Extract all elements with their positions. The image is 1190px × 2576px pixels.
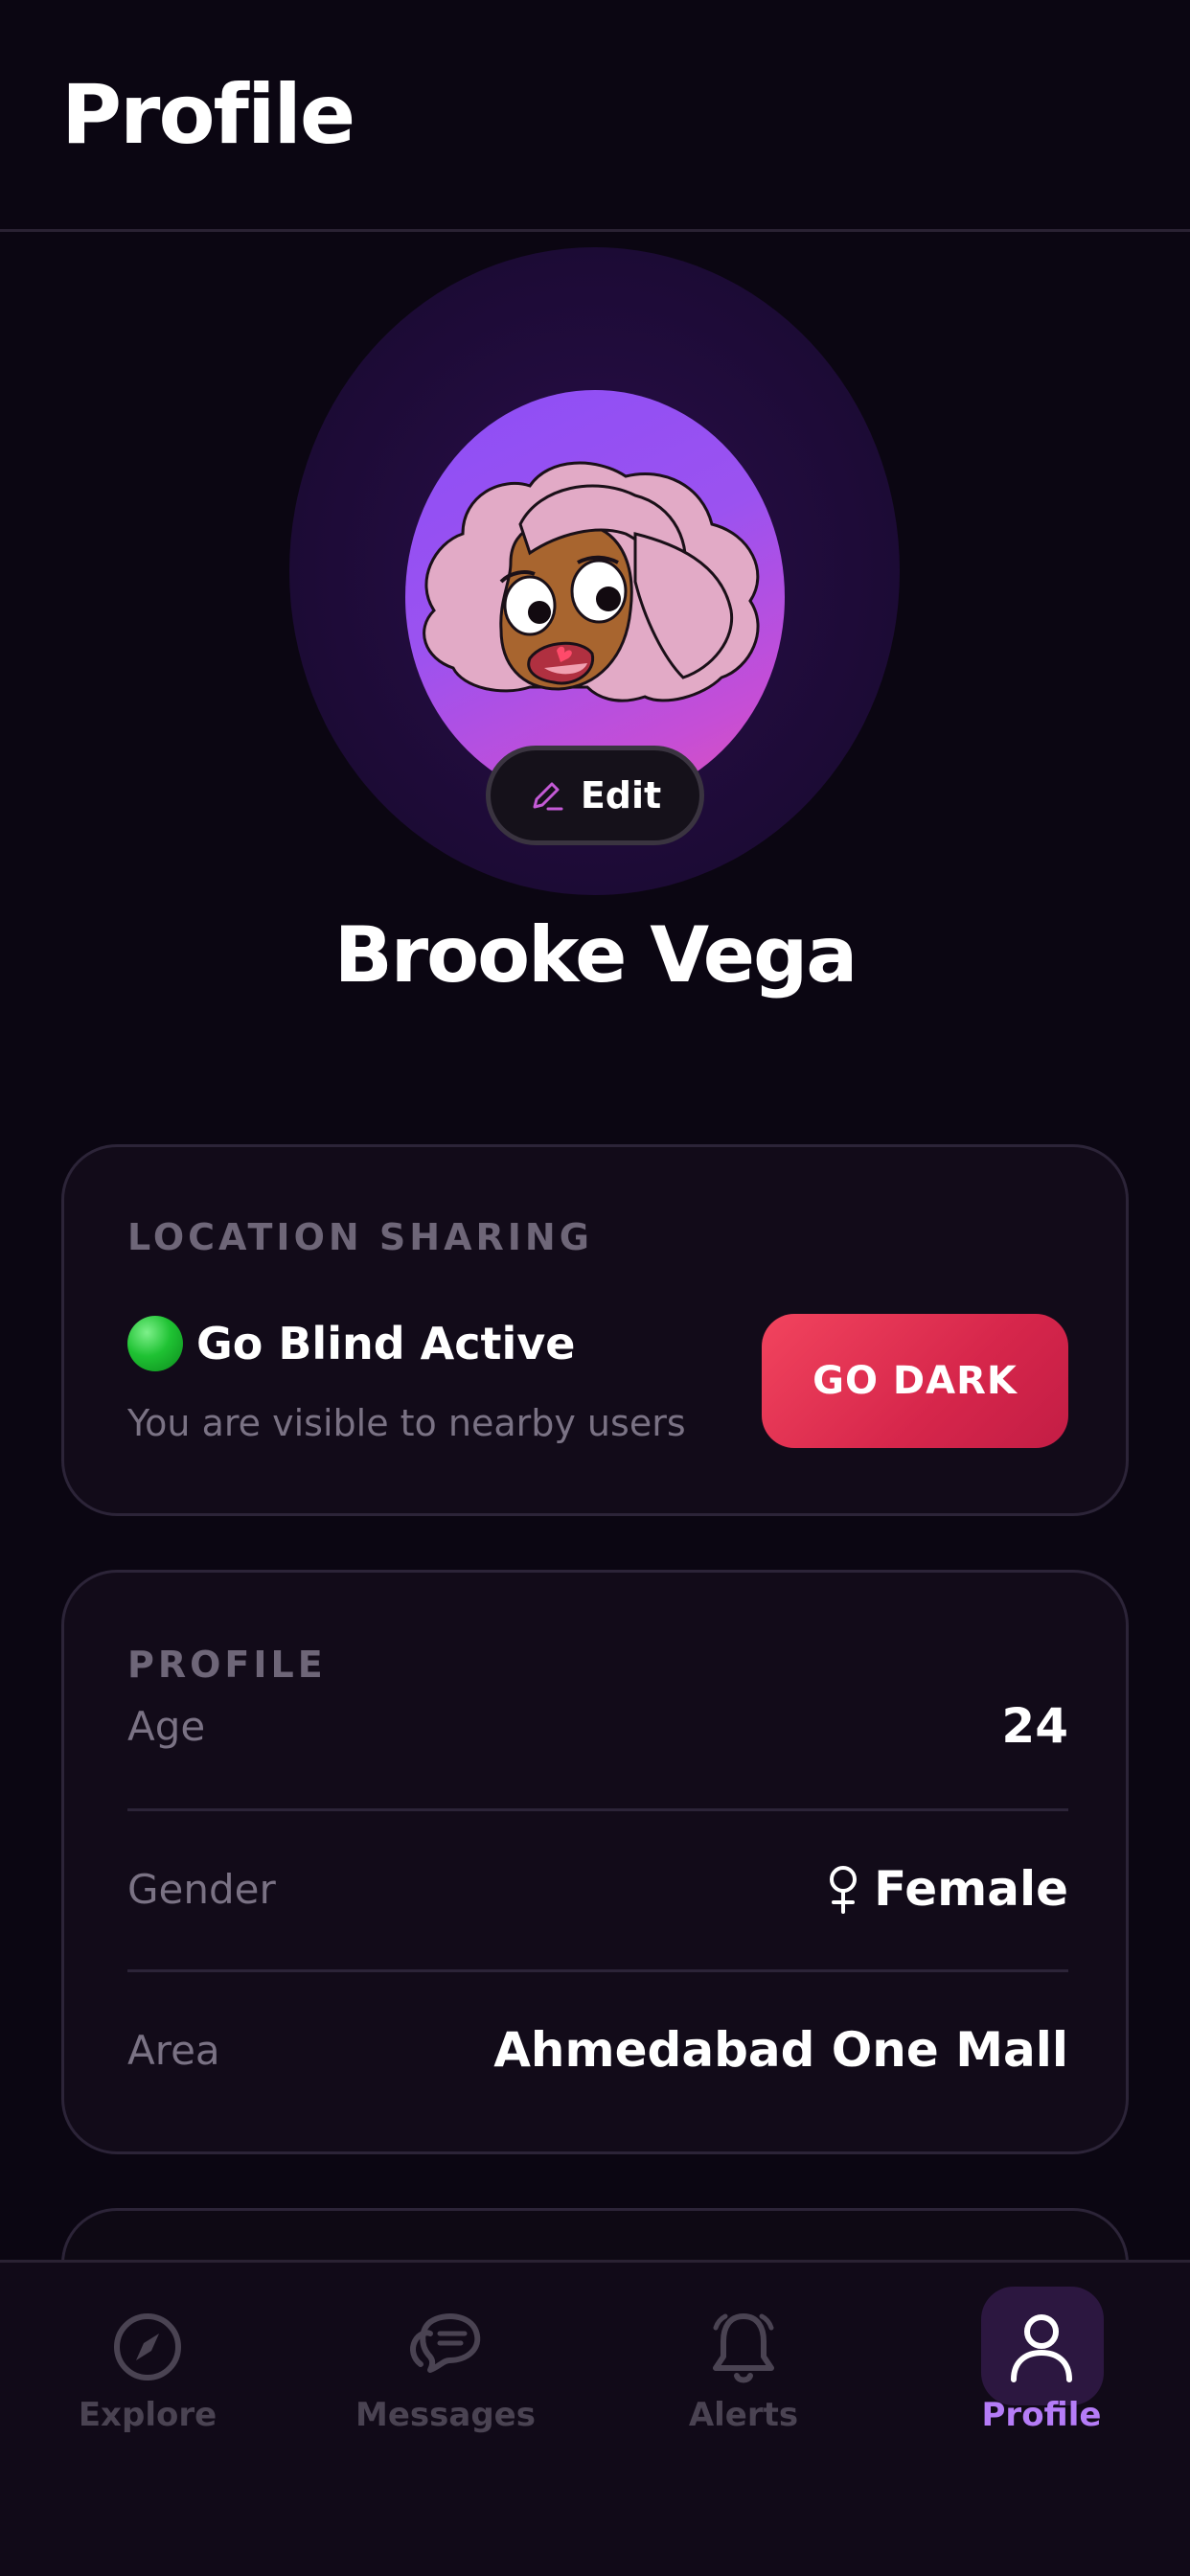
avatar[interactable]	[405, 390, 785, 804]
nav-item-messages[interactable]: Messages	[340, 2304, 551, 2476]
row-label: Age	[127, 1702, 206, 1750]
header: Profile	[0, 0, 1190, 232]
row-value: 24	[1001, 1698, 1068, 1754]
profile-row-gender: Gender Female	[127, 1851, 1068, 1927]
profile-screen: Profile Edit Brooke Vega LOCATION SHARIN…	[0, 0, 1190, 2576]
profile-row-age: Age 24	[127, 1690, 1068, 1762]
row-label: Gender	[127, 1865, 276, 1913]
profile-row-area: Area Ahmedabad One Mall	[127, 2012, 1068, 2088]
status-dot-icon	[127, 1316, 183, 1371]
compass-icon	[104, 2304, 191, 2390]
nav-label: Messages	[355, 2396, 536, 2434]
row-value: Ahmedabad One Mall	[493, 2022, 1068, 2078]
pencil-icon	[533, 782, 563, 811]
bell-icon	[700, 2304, 787, 2390]
profile-details-card: PROFILE Age 24 Gender Female Area Ahmeda…	[61, 1570, 1129, 2154]
location-sharing-card: LOCATION SHARING Go Blind Active You are…	[61, 1144, 1129, 1516]
divider	[127, 1808, 1068, 1811]
chat-bubbles-icon	[402, 2304, 489, 2390]
row-label: Area	[127, 2026, 220, 2074]
page-title: Profile	[61, 67, 355, 163]
section-label-location: LOCATION SHARING	[127, 1216, 593, 1258]
gender-value: Female	[874, 1861, 1068, 1917]
nav-item-profile[interactable]: Profile	[936, 2304, 1147, 2476]
go-dark-button[interactable]: GO DARK	[762, 1314, 1068, 1448]
section-label-profile: PROFILE	[127, 1644, 327, 1686]
location-status-subtitle: You are visible to nearby users	[127, 1402, 686, 1444]
nav-item-alerts[interactable]: Alerts	[638, 2304, 849, 2476]
nav-label: Explore	[78, 2396, 217, 2434]
edit-avatar-button[interactable]: Edit	[486, 746, 704, 845]
profile-name: Brooke Vega	[333, 910, 858, 1000]
row-value: Female	[826, 1861, 1068, 1917]
nav-item-explore[interactable]: Explore	[42, 2304, 253, 2476]
nav-label: Profile	[981, 2396, 1102, 2434]
cartoon-avatar-illustration	[423, 461, 760, 702]
location-status-title: Go Blind Active	[196, 1318, 576, 1369]
female-icon	[830, 1866, 858, 1914]
nav-label: Alerts	[688, 2396, 799, 2434]
divider	[127, 1969, 1068, 1972]
edit-label: Edit	[580, 774, 662, 816]
user-icon	[998, 2304, 1085, 2390]
location-status: Go Blind Active	[127, 1316, 575, 1371]
